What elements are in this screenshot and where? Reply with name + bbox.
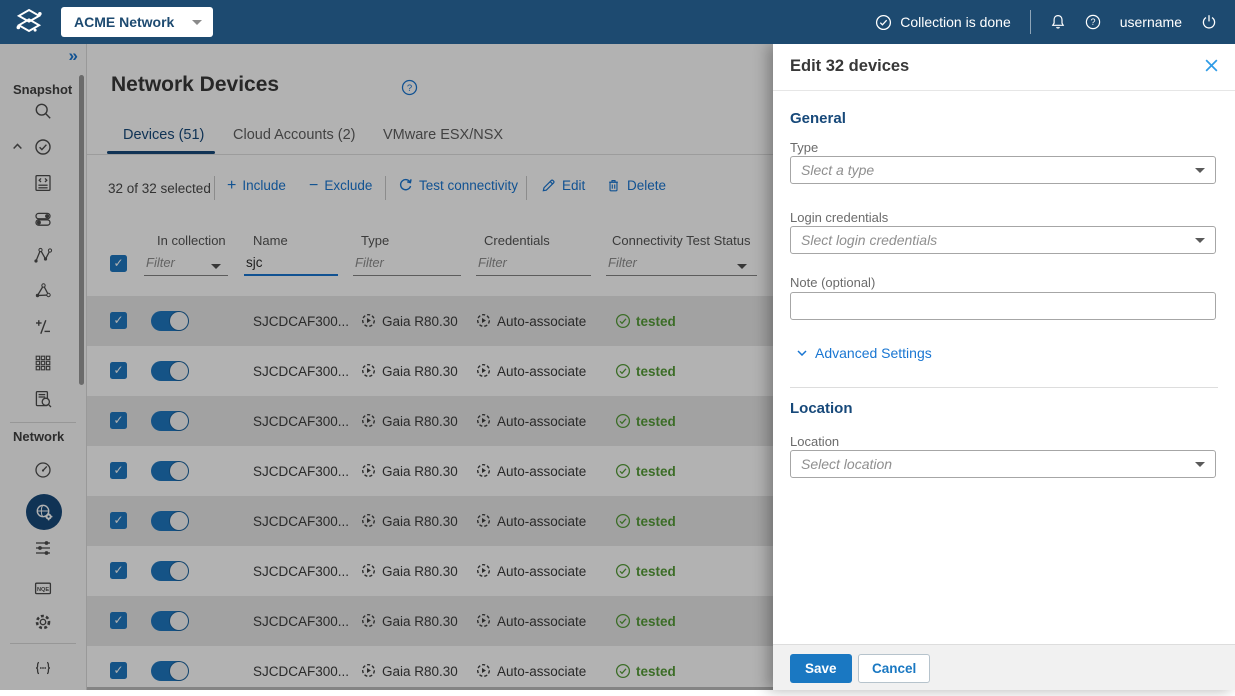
credentials-select[interactable]: Slect login credentials	[790, 226, 1216, 254]
svg-text:?: ?	[1090, 17, 1095, 27]
notifications-bell-icon[interactable]	[1050, 14, 1066, 30]
collection-status-label: Collection is done	[900, 14, 1011, 30]
note-label: Note (optional)	[790, 275, 876, 290]
check-circle-icon	[875, 14, 892, 31]
note-input[interactable]	[790, 292, 1216, 320]
help-icon[interactable]: ?	[1085, 14, 1101, 30]
top-bar: ACME Network Collection is done ? userna…	[0, 0, 1235, 44]
location-label: Location	[790, 434, 840, 449]
credentials-label: Login credentials	[790, 210, 889, 225]
close-icon[interactable]	[1204, 58, 1219, 73]
chevron-down-icon	[1195, 168, 1205, 173]
panel-header-divider	[773, 90, 1235, 91]
panel-title: Edit 32 devices	[790, 57, 910, 75]
chevron-down-icon	[1195, 238, 1205, 243]
cancel-button[interactable]: Cancel	[858, 654, 931, 683]
advanced-settings-toggle[interactable]: Advanced Settings	[797, 345, 932, 361]
section-location: Location	[790, 400, 853, 417]
app-logo-icon[interactable]	[14, 7, 44, 37]
chevron-down-icon	[1195, 462, 1205, 467]
network-selector-label: ACME Network	[74, 14, 175, 30]
chevron-down-icon	[797, 350, 807, 356]
type-select[interactable]: Slect a type	[790, 156, 1216, 184]
panel-footer: Save Cancel	[773, 644, 1235, 690]
save-button[interactable]: Save	[790, 654, 852, 683]
section-general: General	[790, 110, 846, 127]
chevron-down-icon	[192, 19, 202, 25]
modal-dim-overlay	[0, 44, 773, 690]
location-select[interactable]: Select location	[790, 450, 1216, 478]
power-icon[interactable]	[1201, 14, 1217, 30]
topbar-divider	[1029, 10, 1031, 34]
collection-status[interactable]: Collection is done	[875, 14, 1011, 31]
username-menu[interactable]: username	[1120, 14, 1182, 30]
section-divider	[790, 387, 1218, 388]
network-selector[interactable]: ACME Network	[61, 7, 213, 37]
type-label: Type	[790, 140, 819, 155]
edit-devices-panel: Edit 32 devices General Type Slect a typ…	[773, 44, 1235, 690]
